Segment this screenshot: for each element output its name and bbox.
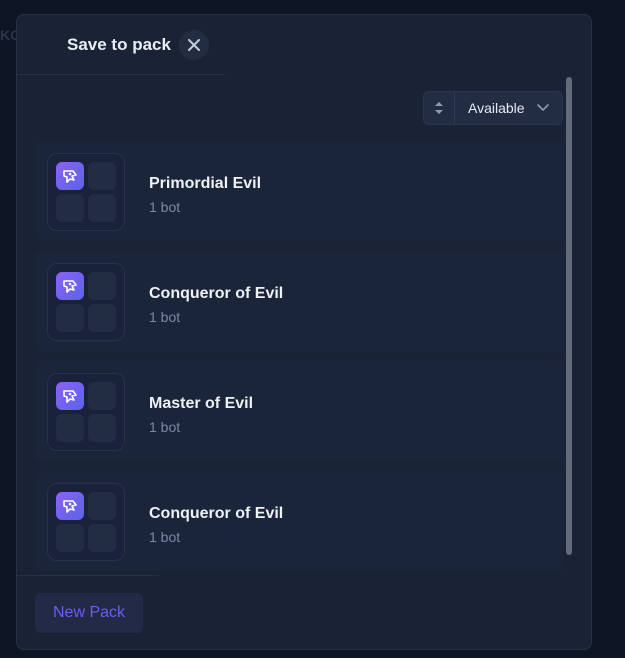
- empty-slot: [88, 304, 116, 332]
- bot-logo-icon: [56, 272, 84, 300]
- pack-list: Primordial Evil 1 bot Conqueror of Evil …: [35, 141, 563, 577]
- status-select[interactable]: Available: [455, 100, 562, 116]
- modal-header: Save to pack: [17, 15, 225, 75]
- status-filter: Available: [423, 91, 563, 125]
- empty-slot: [88, 272, 116, 300]
- pack-thumbnail: [47, 153, 125, 231]
- pack-bot-count: 1 bot: [149, 309, 181, 325]
- empty-slot: [56, 414, 84, 442]
- bot-logo-icon: [56, 382, 84, 410]
- pack-bot-count: 1 bot: [149, 199, 181, 215]
- pack-item[interactable]: Conqueror of Evil 1 bot: [35, 251, 563, 351]
- pack-name: Master of Evil: [149, 395, 254, 412]
- pack-item[interactable]: Master of Evil 1 bot: [35, 361, 563, 461]
- close-icon: [188, 39, 200, 51]
- bot-logo-icon: [56, 492, 84, 520]
- empty-slot: [56, 304, 84, 332]
- empty-slot: [88, 414, 116, 442]
- scrollbar-thumb[interactable]: [566, 77, 572, 555]
- footer-divider: [17, 575, 159, 576]
- pack-thumbnail: [47, 263, 125, 341]
- bot-logo-icon: [56, 162, 84, 190]
- save-to-pack-modal: Save to pack Available Primordial Evil 1…: [16, 14, 592, 650]
- chevron-down-icon: [536, 104, 549, 112]
- empty-slot: [88, 382, 116, 410]
- pack-bot-count: 1 bot: [149, 419, 181, 435]
- sort-button[interactable]: [424, 92, 455, 124]
- empty-slot: [56, 524, 84, 552]
- pack-item[interactable]: Conqueror of Evil 1 bot: [35, 471, 563, 571]
- new-pack-button[interactable]: New Pack: [35, 593, 143, 633]
- empty-slot: [56, 194, 84, 222]
- pack-thumbnail: [47, 483, 125, 561]
- status-select-value: Available: [468, 100, 525, 116]
- close-button[interactable]: [179, 30, 209, 60]
- modal-title: Save to pack: [67, 35, 171, 54]
- pack-name: Conqueror of Evil: [149, 505, 284, 522]
- empty-slot: [88, 524, 116, 552]
- pack-bot-count: 1 bot: [149, 529, 181, 545]
- pack-name: Primordial Evil: [149, 175, 262, 192]
- pack-item[interactable]: Primordial Evil 1 bot: [35, 141, 563, 241]
- empty-slot: [88, 492, 116, 520]
- empty-slot: [88, 162, 116, 190]
- pack-name: Conqueror of Evil: [149, 285, 284, 302]
- sort-updown-icon: [435, 102, 443, 114]
- empty-slot: [88, 194, 116, 222]
- pack-thumbnail: [47, 373, 125, 451]
